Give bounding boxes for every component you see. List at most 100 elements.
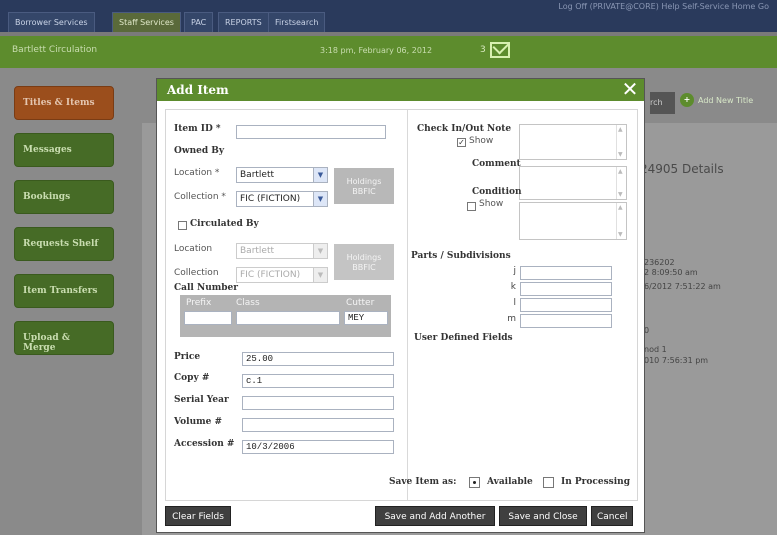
parts-subdivisions-label: Parts / Subdivisions — [411, 251, 511, 261]
nav-titles-items[interactable]: Titles & Items — [14, 86, 114, 120]
tab-firstsearch[interactable]: Firstsearch — [268, 12, 326, 32]
dialog-title: Add Item — [167, 83, 229, 97]
nav-requests-shelf[interactable]: Requests Shelf — [14, 227, 114, 261]
checkin-note-textarea[interactable]: ▲ ▼ — [519, 124, 627, 160]
cutter-label: Cutter — [346, 298, 375, 308]
price-input[interactable]: 25.00 — [242, 352, 394, 366]
nav-messages[interactable]: Messages — [14, 133, 114, 167]
chevron-down-icon: ▼ — [313, 244, 327, 258]
top-navigation-bar: Borrower Services Staff Services PAC REP… — [0, 0, 777, 32]
item-id-label: Item ID * — [174, 124, 221, 134]
chevron-down-icon: ▼ — [313, 168, 327, 182]
in-processing-radio[interactable] — [543, 477, 554, 488]
part-m-input[interactable] — [520, 314, 612, 328]
accession-input[interactable]: 10/3/2006 — [242, 440, 394, 454]
bg-detail-line: nod 1 — [644, 345, 667, 354]
cutter-input[interactable]: MEY — [344, 311, 388, 325]
holdings-label: Holdings — [346, 177, 382, 186]
available-radio[interactable] — [469, 477, 480, 488]
close-icon[interactable]: ✕ — [620, 79, 640, 99]
chevron-down-icon: ▼ — [313, 192, 327, 206]
scrollbar[interactable]: ▲ ▼ — [616, 167, 626, 199]
clock: 3:18 pm, February 06, 2012 — [320, 46, 433, 55]
location-select[interactable]: Bartlett ▼ — [236, 167, 328, 183]
nav-item-transfers[interactable]: Item Transfers — [14, 274, 114, 308]
dialog-body: Item ID * Owned By Location * Bartlett ▼ … — [165, 109, 638, 501]
holdings-code: BBFIC — [352, 263, 376, 272]
class-label: Class — [236, 298, 260, 308]
circ-collection-select[interactable]: FIC (FICTION) ▼ — [236, 267, 328, 283]
nav-bookings[interactable]: Bookings — [14, 180, 114, 214]
plus-icon: + — [680, 93, 694, 107]
column-divider — [407, 110, 408, 500]
part-m-label: m — [507, 314, 516, 324]
clear-fields-button[interactable]: Clear Fields — [165, 506, 231, 526]
details-heading: 24905 Details — [640, 162, 724, 176]
tab-reports[interactable]: REPORTS — [218, 12, 269, 32]
condition-label: Condition — [472, 187, 522, 197]
holdings-label: Holdings — [346, 253, 382, 262]
accession-label: Accession # — [174, 439, 235, 449]
in-processing-label: In Processing — [561, 477, 630, 487]
add-new-title-button[interactable]: + Add New Title — [680, 93, 753, 107]
user-defined-fields-label: User Defined Fields — [414, 333, 513, 343]
prefix-input[interactable] — [184, 311, 232, 325]
part-l-input[interactable] — [520, 298, 612, 312]
collection-label: Collection * — [174, 192, 226, 202]
available-label: Available — [487, 477, 533, 487]
dialog-header: Add Item ✕ — [157, 79, 644, 101]
bg-detail-line: 2 8:09:50 am — [644, 268, 698, 277]
owned-by-label: Owned By — [174, 146, 225, 156]
mail-count: 3 — [480, 45, 486, 55]
class-input[interactable] — [236, 311, 340, 325]
part-l-label: l — [513, 298, 516, 308]
save-as-label: Save Item as: — [389, 477, 457, 487]
location-title: Bartlett Circulation — [12, 45, 98, 55]
tab-borrower-services[interactable]: Borrower Services — [8, 12, 95, 32]
bg-detail-line: 6/2012 7:51:22 am — [644, 282, 721, 291]
checkin-show-label: Show — [469, 136, 494, 146]
circ-holdings-box: Holdings BBFIC — [334, 244, 394, 280]
add-new-title-label: Add New Title — [698, 95, 754, 105]
circ-location-select[interactable]: Bartlett ▼ — [236, 243, 328, 259]
condition-show-label: Show — [479, 199, 504, 209]
serial-year-input[interactable] — [242, 396, 394, 410]
nav-upload-merge[interactable]: Upload & Merge — [14, 321, 114, 355]
envelope-icon[interactable] — [489, 42, 510, 58]
prefix-label: Prefix — [186, 298, 212, 308]
location-bar: Bartlett Circulation 3:18 pm, February 0… — [0, 36, 777, 68]
circ-location-label: Location — [174, 244, 213, 254]
part-j-input[interactable] — [520, 266, 612, 280]
part-k-label: k — [510, 282, 516, 292]
bg-detail-line: 236202 — [644, 258, 675, 267]
chevron-down-icon: ▼ — [313, 268, 327, 282]
tab-staff-services[interactable]: Staff Services — [112, 12, 181, 32]
location-label: Location * — [174, 168, 220, 178]
scrollbar[interactable]: ▲ ▼ — [616, 203, 626, 239]
save-and-close-button[interactable]: Save and Close — [499, 506, 587, 526]
condition-show-checkbox[interactable] — [467, 202, 476, 211]
mail-indicator[interactable]: 3 — [480, 42, 510, 58]
volume-label: Volume # — [174, 417, 223, 427]
comment-textarea[interactable]: ▲ ▼ — [519, 166, 627, 200]
price-label: Price — [174, 352, 201, 362]
cancel-button[interactable]: Cancel — [591, 506, 633, 526]
collection-select[interactable]: FIC (FICTION) ▼ — [236, 191, 328, 207]
serial-year-label: Serial Year — [174, 395, 229, 405]
save-and-add-another-button[interactable]: Save and Add Another — [375, 506, 495, 526]
item-id-input[interactable] — [236, 125, 386, 139]
copy-label: Copy # — [174, 373, 210, 383]
checkin-show-checkbox[interactable]: ✓ — [457, 138, 466, 147]
scrollbar[interactable]: ▲ ▼ — [616, 125, 626, 159]
volume-input[interactable] — [242, 418, 394, 432]
condition-textarea[interactable]: ▲ ▼ — [519, 202, 627, 240]
copy-input[interactable]: c.1 — [242, 374, 394, 388]
left-navigation: Titles & Items Messages Bookings Request… — [14, 86, 122, 368]
circulated-by-checkbox[interactable] — [178, 221, 187, 230]
tab-pac[interactable]: PAC — [184, 12, 214, 32]
circ-collection-label: Collection — [174, 268, 219, 278]
search-button[interactable]: rch — [650, 92, 675, 114]
part-k-input[interactable] — [520, 282, 612, 296]
comment-label: Comment — [472, 159, 521, 169]
top-right-links[interactable]: Log Off (PRIVATE@CORE) Help Self-Service… — [558, 2, 769, 11]
